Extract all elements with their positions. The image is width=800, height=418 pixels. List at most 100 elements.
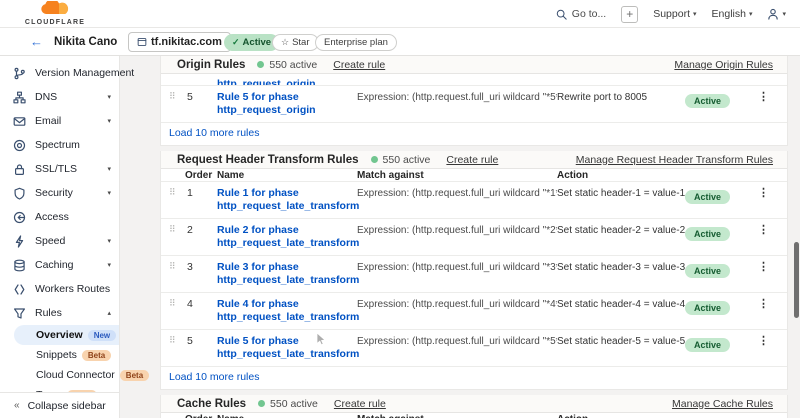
active-dot-icon (257, 61, 264, 68)
scrollbar-thumb[interactable] (794, 242, 799, 318)
rule-match: Expression: (http.request.full_uri wildc… (357, 224, 557, 237)
cloudflare-logo[interactable]: CLOUDFLARE (20, 1, 90, 26)
table-row: ⠿ 1 Rule 1 for phase http_request_late_t… (161, 182, 787, 219)
kebab-menu-icon[interactable]: ⋮ (747, 298, 769, 311)
drag-handle-icon[interactable]: ⠿ (169, 335, 185, 345)
status-badge: Active (685, 301, 730, 315)
rule-order: 5 (185, 335, 217, 347)
sidebar-item-caching[interactable]: Caching ▾ (0, 253, 119, 277)
sidebar-item-spectrum[interactable]: Spectrum (0, 133, 119, 157)
chevron-down-icon: ▾ (107, 93, 111, 101)
chevron-down-icon: ▾ (107, 189, 111, 197)
spectrum-icon (13, 139, 26, 152)
chevron-up-icon: ▴ (107, 309, 111, 317)
language-menu[interactable]: English ▾ (712, 8, 753, 20)
rule-action: Set static header-2 = value-2 (557, 224, 685, 237)
drag-handle-icon[interactable]: ⠿ (169, 91, 185, 101)
sidebar-item-label: Caching (35, 259, 74, 271)
collapse-sidebar-button[interactable]: « Collapse sidebar (0, 392, 119, 418)
rule-action: Set static header-4 = value-4 (557, 298, 685, 311)
chevron-down-icon: ▾ (693, 10, 697, 18)
back-arrow-icon[interactable]: ← (30, 34, 43, 49)
sidebar-item-email[interactable]: Email ▾ (0, 109, 119, 133)
origin-rules-header: Origin Rules 550 active Create rule Mana… (161, 56, 787, 74)
column-order: Order (185, 414, 217, 418)
sidebar-item-label: SSL/TLS (35, 163, 77, 175)
kebab-menu-icon[interactable]: ⋮ (747, 224, 769, 237)
sidebar-item-dns[interactable]: DNS ▾ (0, 85, 119, 109)
sidebar-subitem-label: Cloud Connector (36, 369, 115, 381)
drag-handle-icon[interactable]: ⠿ (169, 261, 185, 271)
sidebar-item-speed[interactable]: Speed ▾ (0, 229, 119, 253)
manage-origin-rules-link[interactable]: Manage Origin Rules (674, 59, 773, 71)
sidebar-item-security[interactable]: Security ▾ (0, 181, 119, 205)
sidebar-item-snippets[interactable]: Snippets Beta (0, 345, 119, 365)
rule-name-line2: http_request_late_transform (217, 274, 357, 287)
table-column-headers: Order Name Match against Action (161, 413, 787, 418)
manage-cache-rules-link[interactable]: Manage Cache Rules (672, 398, 773, 410)
rule-name-link[interactable]: Rule 5 for phase http_request_origin (217, 91, 357, 117)
active-dot-icon (371, 156, 378, 163)
create-rule-link[interactable]: Create rule (333, 59, 385, 71)
sidebar-item-access[interactable]: Access (0, 205, 119, 229)
sidebar-item-cloud-connector[interactable]: Cloud Connector Beta (0, 365, 119, 385)
sidebar-item-rules[interactable]: Rules ▴ (0, 301, 119, 325)
account-menu[interactable]: ▾ (767, 8, 786, 20)
sidebar-item-label: Email (35, 115, 61, 127)
rule-order: 1 (185, 187, 217, 199)
rule-match: Expression: (http.request.full_uri wildc… (357, 261, 557, 274)
sidebar-item-ssl-tls[interactable]: SSL/TLS ▾ (0, 157, 119, 181)
rule-name-link[interactable]: Rule 1 for phase http_request_late_trans… (217, 187, 357, 213)
zone-status-badge: ✓ Active (224, 34, 279, 51)
sidebar-item-version-management[interactable]: Version Management (0, 61, 119, 85)
star-button[interactable]: ☆ Star (272, 34, 319, 51)
kebab-menu-icon[interactable]: ⋮ (747, 91, 769, 104)
new-badge: New (88, 330, 116, 341)
domain-selector[interactable]: tf.nikitac.com (128, 32, 231, 52)
star-label: Star (292, 37, 309, 48)
goto-search[interactable]: Go to... (556, 8, 606, 20)
bolt-icon (13, 235, 26, 248)
mouse-cursor (316, 332, 328, 351)
rule-name-link[interactable]: Rule 5 for phase http_request_late_trans… (217, 335, 357, 361)
domain-name: tf.nikitac.com (151, 36, 222, 48)
rule-name-line1: Rule 5 for phase (217, 335, 357, 348)
origin-rules-section: Origin Rules 550 active Create rule Mana… (160, 56, 788, 146)
drag-handle-icon[interactable]: ⠿ (169, 187, 185, 197)
load-more-rules-link[interactable]: Load 10 more rules (161, 123, 787, 145)
load-more-rules-link[interactable]: Load 10 more rules (161, 367, 787, 389)
rule-name-line1: Rule 4 for phase (217, 298, 357, 311)
workers-icon (13, 283, 26, 296)
rule-name-link[interactable]: Rule 2 for phase http_request_late_trans… (217, 224, 357, 250)
rule-match: Expression: (http.request.full_uri wildc… (357, 187, 557, 200)
account-name: Nikita Cano (54, 36, 117, 48)
create-rule-link[interactable]: Create rule (446, 154, 498, 166)
rule-match: Expression: (http.request.full_uri wildc… (357, 335, 557, 348)
rule-action: Set static header-1 = value-1 (557, 187, 685, 200)
drag-handle-icon[interactable]: ⠿ (169, 224, 185, 234)
sidebar-item-label: Speed (35, 235, 65, 247)
kebab-menu-icon[interactable]: ⋮ (747, 187, 769, 200)
kebab-menu-icon[interactable]: ⋮ (747, 335, 769, 348)
rule-name-link[interactable]: Rule 4 for phase http_request_late_trans… (217, 298, 357, 324)
chevron-down-icon: ▾ (107, 117, 111, 125)
table-row: ⠿ 5 Rule 5 for phase http_request_late_t… (161, 330, 787, 367)
rule-match: Expression: (http.request.full_uri wildc… (357, 298, 557, 311)
rule-name-line2: http_request_origin (217, 104, 357, 117)
drag-handle-icon[interactable]: ⠿ (169, 298, 185, 308)
chevron-down-icon: ▾ (782, 10, 786, 18)
access-icon (13, 211, 26, 224)
language-label: English (712, 8, 746, 20)
add-site-button[interactable]: + (621, 6, 638, 23)
manage-transform-rules-link[interactable]: Manage Request Header Transform Rules (576, 154, 773, 166)
zone-header: ← Nikita Cano tf.nikitac.com ✓ Active ☆ … (0, 28, 800, 56)
rule-name-link[interactable]: Rule 3 for phase http_request_late_trans… (217, 261, 357, 287)
rule-action: Set static header-3 = value-3 (557, 261, 685, 274)
create-rule-link[interactable]: Create rule (334, 398, 386, 410)
section-title: Request Header Transform Rules (177, 154, 359, 166)
kebab-menu-icon[interactable]: ⋮ (747, 261, 769, 274)
support-menu[interactable]: Support ▾ (653, 8, 696, 20)
active-count: 550 active (270, 398, 318, 410)
sidebar-item-overview[interactable]: Overview New (14, 325, 119, 345)
sidebar-item-workers-routes[interactable]: Workers Routes (0, 277, 119, 301)
